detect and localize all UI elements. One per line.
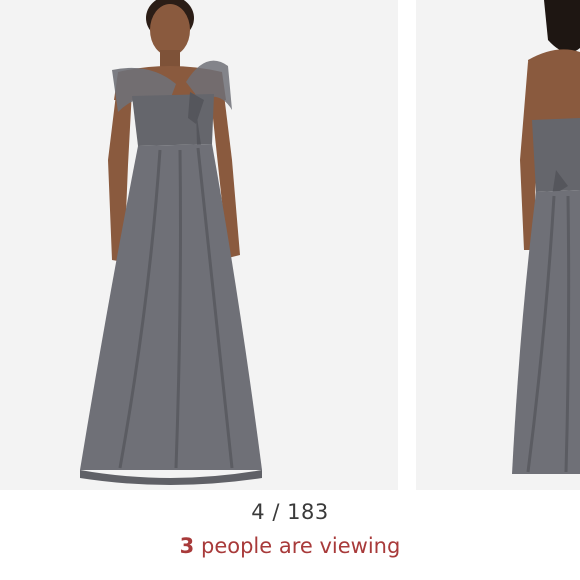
viewing-text: people are viewing [200,534,401,558]
photo-counter-total: 183 [287,500,329,524]
product-photo-next[interactable] [416,0,580,490]
product-photo-main[interactable] [0,0,398,490]
dress-front-photo [0,0,398,490]
viewing-notice: 3 people are viewing [0,534,580,558]
photo-counter: 4 / 183 [0,500,580,524]
photo-counter-current: 4 [251,500,266,524]
dress-back-photo [416,0,580,490]
viewing-count: 3 [179,534,195,558]
photo-viewer: 4 / 183 3 people are viewing [0,0,580,580]
photo-counter-separator: / [272,500,280,524]
